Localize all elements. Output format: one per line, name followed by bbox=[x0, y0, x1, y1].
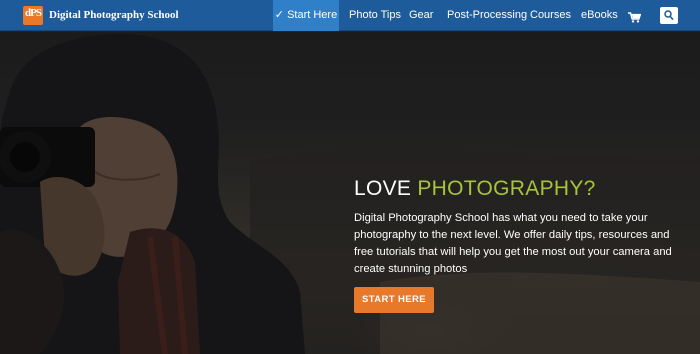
logo-mark: dPS bbox=[25, 7, 42, 19]
hero-description: Digital Photography School has what you … bbox=[354, 212, 672, 275]
nav-ebooks[interactable]: eBooks bbox=[581, 0, 618, 31]
site-name[interactable]: Digital Photography School bbox=[49, 9, 179, 21]
nav-courses[interactable]: Courses bbox=[530, 0, 571, 31]
shopping-cart-icon[interactable] bbox=[628, 10, 642, 23]
nav-post-processing[interactable]: Post-Processing bbox=[447, 0, 527, 31]
nav-gear[interactable]: Gear bbox=[409, 0, 433, 31]
start-here-button[interactable]: START HERE bbox=[354, 287, 434, 313]
top-navigation-bar: dPS Digital Photography School ✓ Start H… bbox=[0, 0, 700, 31]
site-logo[interactable]: dPS bbox=[23, 6, 43, 25]
search-button[interactable] bbox=[660, 7, 678, 24]
headline-accent: PHOTOGRAPHY? bbox=[417, 177, 596, 200]
nav-start-here[interactable]: ✓ Start Here bbox=[273, 0, 339, 31]
headline-prefix: LOVE bbox=[354, 177, 418, 200]
hero-headline: LOVE PHOTOGRAPHY? bbox=[354, 177, 596, 201]
hero-banner: LOVE PHOTOGRAPHY? Digital Photography Sc… bbox=[0, 32, 700, 354]
search-icon bbox=[664, 10, 674, 21]
nav-photo-tips[interactable]: Photo Tips bbox=[349, 0, 401, 31]
